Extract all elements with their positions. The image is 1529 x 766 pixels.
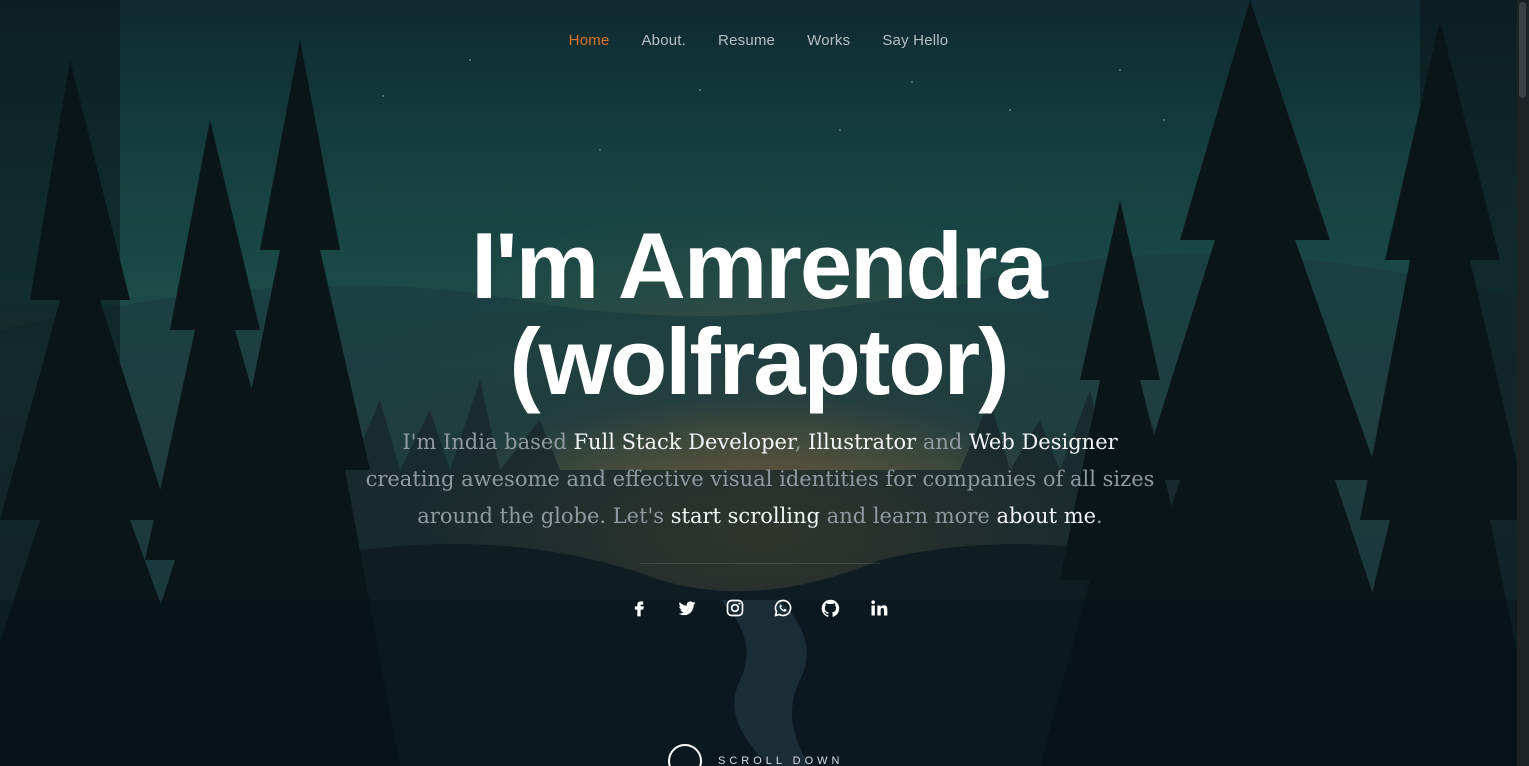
link-about-me[interactable]: about me xyxy=(996,504,1096,528)
main-nav: Home About. Resume Works Say Hello xyxy=(0,32,1517,49)
intro-text: . xyxy=(1096,504,1103,528)
scroll-down-label: SCROLL DOWN xyxy=(718,755,844,766)
whatsapp-icon[interactable] xyxy=(771,596,795,620)
intro-text: and xyxy=(916,430,970,454)
link-full-stack-developer[interactable]: Full Stack Developer xyxy=(573,430,794,454)
nav-works[interactable]: Works xyxy=(807,32,850,49)
facebook-icon[interactable] xyxy=(627,596,651,620)
hero-intro: I'm India based Full Stack Developer, Il… xyxy=(360,424,1160,535)
scroll-down-button[interactable]: SCROLL DOWN xyxy=(668,744,844,766)
scrollbar-thumb[interactable] xyxy=(1519,2,1526,98)
hero-title: I'm Amrendra (wolfraptor) xyxy=(0,218,1517,410)
divider xyxy=(640,563,880,564)
page: Home About. Resume Works Say Hello I'm A… xyxy=(0,0,1529,766)
hero-title-line-1: I'm Amrendra xyxy=(471,213,1048,318)
github-icon[interactable] xyxy=(819,596,843,620)
linkedin-icon[interactable] xyxy=(867,596,891,620)
hero-title-line-2: (wolfraptor) xyxy=(509,309,1009,414)
instagram-icon[interactable] xyxy=(723,596,747,620)
link-web-designer[interactable]: Web Designer xyxy=(969,430,1118,454)
nav-home[interactable]: Home xyxy=(569,32,610,49)
scrollbar[interactable] xyxy=(1517,0,1529,766)
scroll-circle-icon xyxy=(668,744,702,766)
intro-text: , xyxy=(794,430,809,454)
nav-resume[interactable]: Resume xyxy=(718,32,775,49)
intro-text: I'm India based xyxy=(402,430,574,454)
nav-about[interactable]: About. xyxy=(641,32,686,49)
link-start-scrolling[interactable]: start scrolling xyxy=(671,504,820,528)
link-illustrator[interactable]: Illustrator xyxy=(808,430,916,454)
nav-say-hello[interactable]: Say Hello xyxy=(882,32,948,49)
social-links xyxy=(0,596,1517,620)
intro-text: and learn more xyxy=(820,504,997,528)
twitter-icon[interactable] xyxy=(675,596,699,620)
